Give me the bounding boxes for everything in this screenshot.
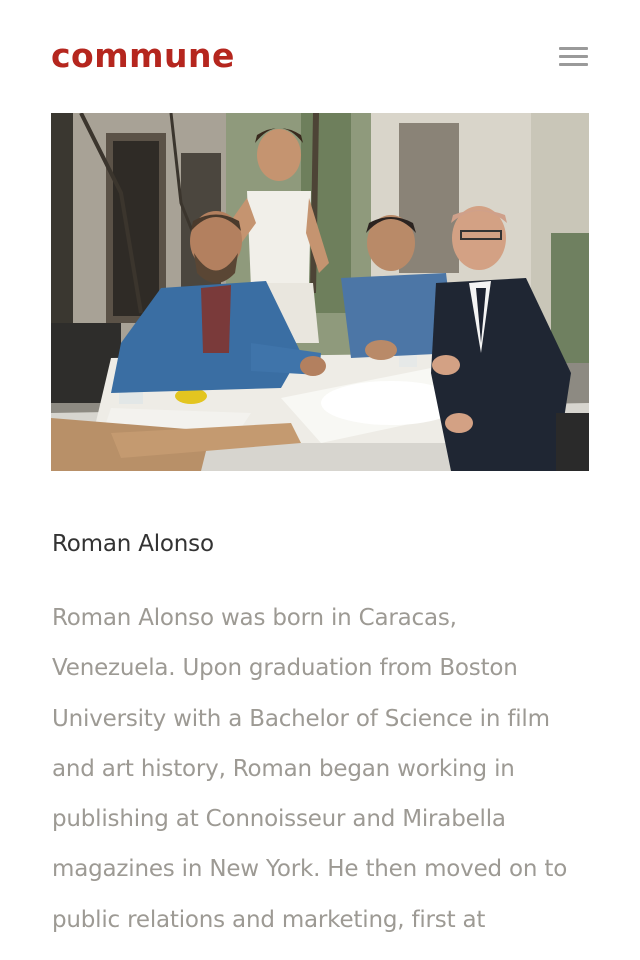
- bio-paragraph: Roman Alonso was born in Caracas, Venezu…: [52, 605, 568, 933]
- site-header: commune: [0, 0, 640, 112]
- person-name-heading: Roman Alonso: [52, 531, 214, 557]
- menu-line: [559, 63, 588, 66]
- menu-line: [559, 47, 588, 50]
- team-photo-illustration: [51, 113, 589, 471]
- commune-logo[interactable]: commune: [51, 30, 235, 82]
- team-photo: [51, 113, 589, 471]
- menu-line: [559, 55, 588, 58]
- hamburger-menu-icon[interactable]: [559, 45, 589, 69]
